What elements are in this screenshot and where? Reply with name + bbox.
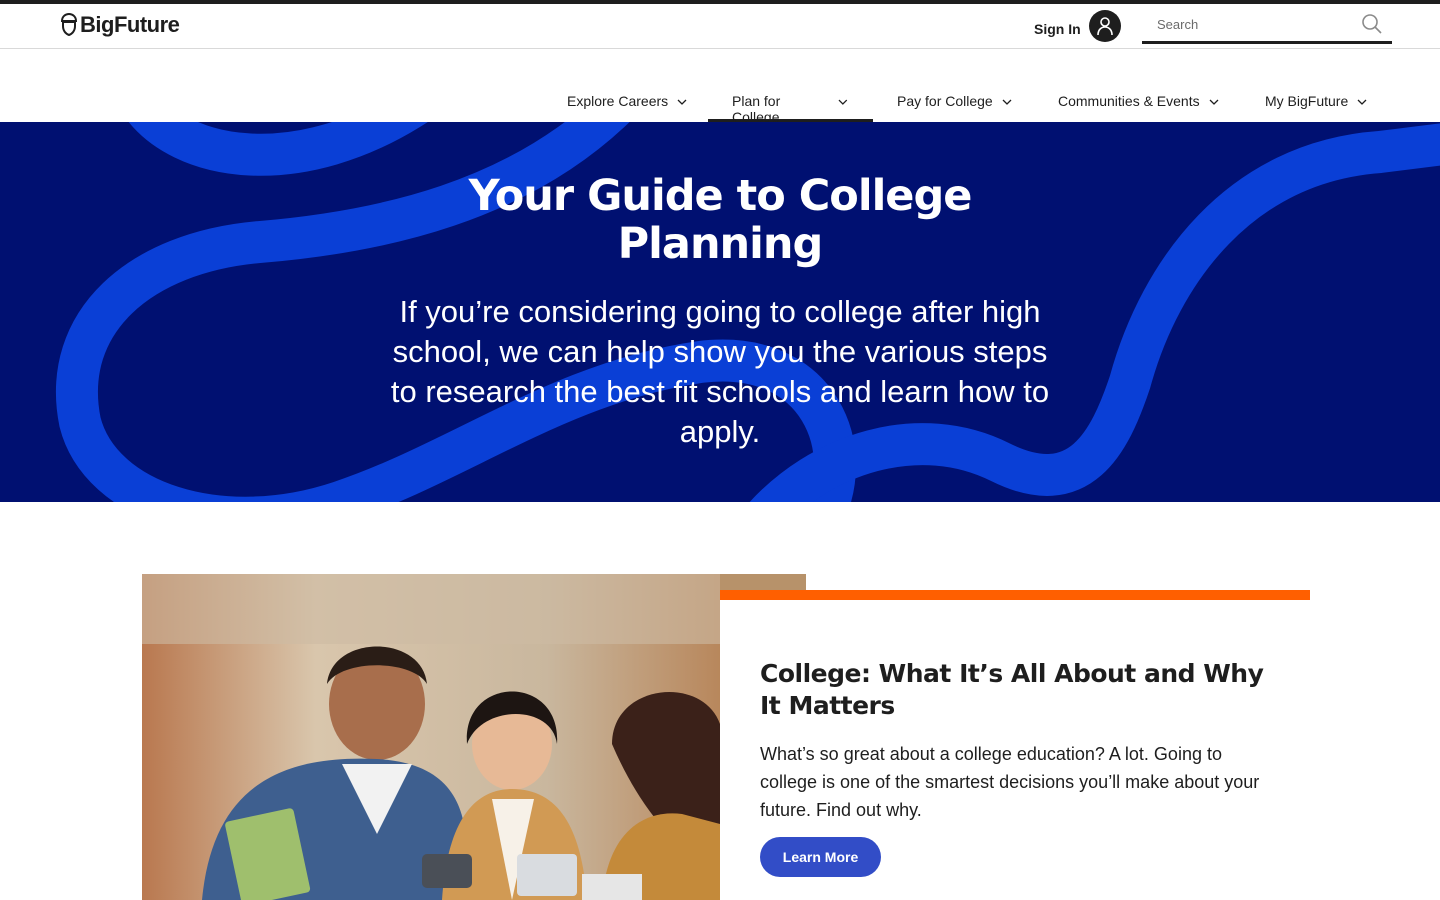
learn-more-button[interactable]: Learn More <box>760 837 881 877</box>
chevron-down-icon <box>838 99 848 105</box>
feature-card-title: College: What It’s All About and Why It … <box>760 659 1264 720</box>
sign-in-button[interactable]: Sign In <box>1034 10 1121 42</box>
nav-item-label: Plan for College <box>732 93 781 125</box>
hero-banner: Your Guide to College Planning If you’re… <box>0 122 1440 502</box>
hero-title: Your Guide to College Planning <box>468 171 973 269</box>
logo-text: BigFuture <box>80 12 180 37</box>
nav-item-label: My BigFuture <box>1265 93 1349 109</box>
nav-communities-events[interactable]: Communities & Events <box>1034 93 1244 122</box>
user-icon <box>1088 10 1121 42</box>
site-header: BigFuture Sign In <box>0 4 1440 49</box>
nav-pay-for-college[interactable]: Pay for College <box>873 93 1037 122</box>
bigfuture-logo[interactable]: BigFuture <box>60 12 180 38</box>
nav-item-label: Pay for College <box>897 93 993 109</box>
search-box <box>1142 6 1392 44</box>
nav-my-bigfuture[interactable]: My BigFuture <box>1241 93 1392 122</box>
chevron-down-icon <box>1357 99 1367 105</box>
card-image-edge <box>720 574 806 590</box>
chevron-down-icon <box>677 99 687 105</box>
hero-subtitle: If you’re considering going to college a… <box>390 294 1050 449</box>
nav-item-label: Communities & Events <box>1058 93 1200 109</box>
main-nav: Explore Careers Plan for College Pay for… <box>0 49 1440 125</box>
chevron-down-icon <box>1209 99 1219 105</box>
sign-in-label: Sign In <box>1034 21 1081 37</box>
search-icon[interactable] <box>1360 12 1384 36</box>
students-photo <box>142 574 720 900</box>
feature-card: College: What It’s All About and Why It … <box>720 590 1310 900</box>
nav-explore-careers[interactable]: Explore Careers <box>543 93 712 122</box>
chevron-down-icon <box>1002 99 1012 105</box>
acorn-icon <box>60 13 78 37</box>
nav-plan-for-college[interactable]: Plan for College <box>708 93 873 125</box>
search-input[interactable] <box>1142 6 1352 42</box>
feature-card-text: What’s so great about a college educatio… <box>760 744 1260 820</box>
nav-item-label: Explore Careers <box>567 93 669 109</box>
